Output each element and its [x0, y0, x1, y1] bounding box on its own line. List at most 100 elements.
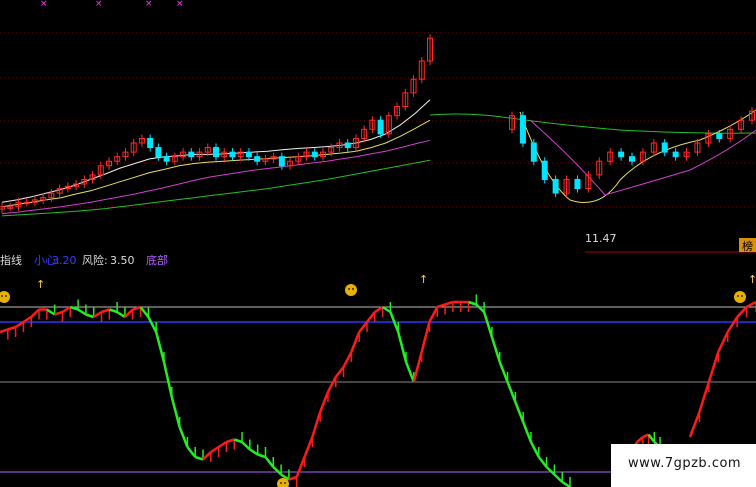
indicator-segment	[561, 480, 571, 487]
indicator-segment	[0, 328, 9, 334]
indicator-name: 指线	[0, 253, 22, 267]
candle-body	[530, 142, 537, 162]
indicator-segment	[381, 305, 392, 314]
smiley-marker-2	[734, 291, 746, 303]
candle-body	[245, 151, 252, 158]
smiley-eye-left-1	[348, 288, 350, 290]
top-marker-3: ×	[145, 0, 153, 9]
indicator-segment	[178, 426, 189, 448]
indicator-segment	[93, 310, 103, 319]
signal-marker-0: ↑	[36, 278, 45, 291]
indicator-segment	[374, 305, 384, 314]
candle-body	[629, 156, 635, 162]
smiley-eye-right-0	[5, 295, 7, 297]
candle-body	[552, 178, 559, 194]
indicator-segment	[249, 448, 259, 456]
candle-body	[661, 142, 668, 153]
candle-body	[311, 151, 318, 158]
risk-value: 3.50	[110, 254, 135, 267]
candle-body	[377, 119, 384, 135]
indicator-segment	[272, 466, 282, 476]
indicator-segment	[366, 311, 376, 323]
indicator-segment	[77, 308, 87, 316]
indicator-segment	[642, 433, 650, 439]
grid-lines	[0, 32, 756, 253]
indicator-segment	[521, 421, 533, 443]
indicator-segment	[108, 308, 118, 314]
indicator-segment	[226, 438, 235, 444]
candle-body	[519, 115, 526, 144]
indicator-segment	[334, 366, 345, 378]
indicator-segment	[468, 300, 477, 306]
smiley-eye-right-1	[352, 288, 354, 290]
indicator-segment	[85, 313, 95, 319]
indicator-segment	[241, 441, 251, 451]
watermark-text: www.7gpzb.com	[628, 456, 742, 471]
indicator-segment	[7, 325, 16, 331]
bottom-label: 底部	[146, 253, 168, 267]
smiley-eye-left-3	[280, 482, 282, 484]
indicator-segment	[490, 336, 501, 363]
candle-body	[672, 151, 679, 158]
smiley-eye-left-2	[737, 295, 739, 297]
top-marker-2: ×	[95, 0, 103, 9]
indicator-segment	[233, 438, 243, 444]
indicator-segment	[186, 446, 197, 458]
indicator-segment	[498, 361, 509, 383]
indicator-segment	[537, 456, 548, 468]
candle-body	[344, 142, 351, 149]
indicator-segment	[475, 303, 485, 313]
indicator-segment	[717, 331, 729, 353]
indicator-segment	[482, 311, 494, 338]
candle-body	[188, 151, 195, 158]
indicator-segment	[698, 381, 711, 413]
careful-value: 3.20	[52, 254, 77, 267]
indicator-segment	[217, 440, 228, 449]
indicator-segment	[707, 351, 720, 383]
candle-body	[213, 147, 219, 158]
ma-line-long	[429, 113, 756, 134]
indicator-segment	[311, 411, 322, 438]
indicator-segment	[257, 453, 266, 459]
candle-body	[155, 147, 162, 158]
candle-body	[541, 160, 548, 180]
candle-body	[229, 151, 236, 158]
stock-chart: ↑ ↑ ↑ 11.47 榜 指线 小心: 3.20 风险: 3.50 底部 × × …	[0, 0, 756, 487]
indicator-segment	[647, 433, 656, 443]
indicator-segment	[726, 316, 739, 333]
candle-body	[716, 133, 723, 139]
indicator-segment	[154, 331, 166, 363]
indicator-segment	[444, 300, 454, 306]
indicator-segment	[101, 308, 110, 314]
indicator-segment	[54, 310, 63, 316]
candle-body	[163, 156, 170, 162]
indicator-segment	[170, 396, 181, 428]
risk-label: 风险:	[82, 253, 108, 267]
indicator-segment	[397, 331, 408, 363]
candle-body	[618, 151, 625, 158]
indicator-segment	[303, 436, 314, 458]
candle-body	[254, 156, 261, 162]
indicator-segment	[116, 310, 126, 319]
indicator-segment	[350, 331, 361, 353]
indicator-segment	[210, 445, 220, 454]
smiley-eye-right-2	[741, 295, 743, 297]
indicator-segment	[46, 308, 56, 316]
indicator-segment	[404, 361, 416, 383]
indicator-segment	[428, 306, 439, 323]
indicator-segment	[514, 401, 525, 423]
indicator-segment	[420, 321, 431, 353]
indicator-segment	[124, 308, 134, 318]
indicator-segment	[553, 473, 564, 483]
indicator-segment	[318, 391, 330, 413]
price-low-label: 11.47	[585, 232, 617, 245]
candle-body	[147, 137, 154, 149]
signal-marker-2: ↑	[748, 273, 756, 286]
signal-marker-1: ↑	[419, 273, 428, 286]
smiley-eye-left-0	[1, 295, 3, 297]
indicator-segment	[30, 308, 40, 318]
indicator-segment	[545, 466, 556, 476]
indicator-segment	[506, 381, 517, 403]
candle-body	[278, 156, 285, 167]
indicator-segment	[264, 456, 275, 468]
